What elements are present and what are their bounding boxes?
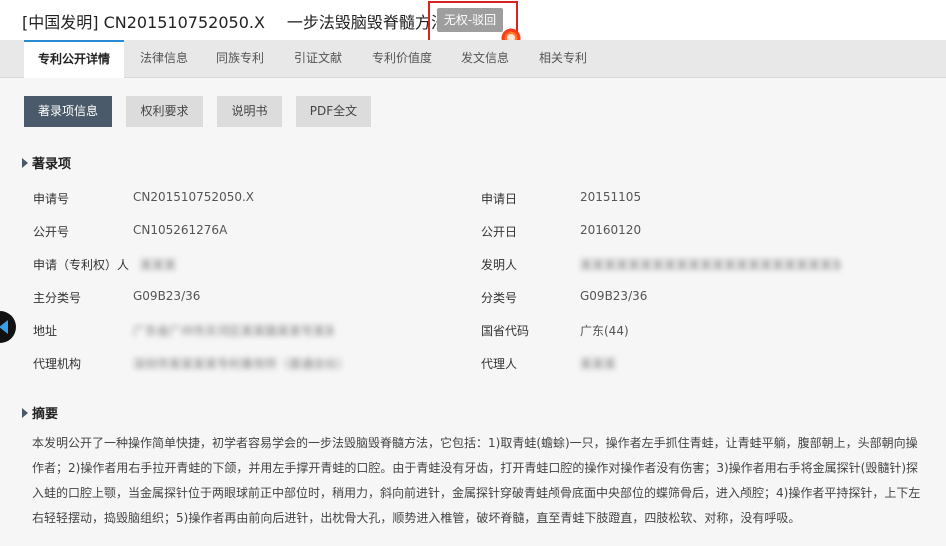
main-content: 著录项信息 权利要求 说明书 PDF全文 著录项 申请号 CN201510752…	[0, 78, 946, 546]
label-application-date: 申请日	[481, 192, 518, 206]
label-inventor: 发明人	[481, 258, 518, 272]
label-province-code: 国省代码	[481, 324, 530, 338]
arrow-left-icon	[0, 320, 8, 334]
label-application-number: 申请号	[33, 192, 70, 206]
triangle-icon	[22, 408, 28, 418]
triangle-icon	[22, 158, 28, 168]
subtab-description[interactable]: 说明书	[217, 96, 282, 127]
label-agency: 代理机构	[33, 357, 82, 371]
tab-office-actions[interactable]: 发文信息	[447, 40, 523, 78]
tab-bar: 专利公开详情 法律信息 同族专利 引证文献 专利价值度 发文信息 相关专利	[0, 40, 946, 78]
abstract-text: 本发明公开了一种操作简单快捷，初学者容易学会的一步法毁脑毁脊髓方法，它包括：1)…	[32, 436, 921, 525]
value-classification: G09B23/36	[580, 289, 648, 303]
tab-patent-value[interactable]: 专利价值度	[358, 40, 446, 78]
label-classification: 分类号	[481, 291, 518, 305]
collapse-sidebar-button[interactable]	[0, 311, 16, 343]
label-main-classification: 主分类号	[33, 291, 82, 305]
value-inventor: 某某某某某某某某某某某某某某某某某某某某某某某某某	[580, 258, 840, 272]
label-applicant: 申请（专利权）人	[33, 258, 130, 272]
label-agent: 代理人	[481, 357, 518, 371]
subtab-bibliography[interactable]: 著录项信息	[24, 96, 112, 127]
label-address: 地址	[33, 324, 58, 338]
title-bar: [中国发明] CN201510752050.X 一步法毁脑毁脊髓方法 无权-驳回	[0, 0, 946, 49]
bibliography-heading: 著录项	[22, 153, 71, 172]
value-applicant: 某某某	[140, 258, 177, 272]
value-publication-date: 20160120	[580, 223, 642, 237]
status-badge: 无权-驳回	[437, 8, 503, 32]
tab-family-patents[interactable]: 同族专利	[202, 40, 278, 78]
tab-patent-details[interactable]: 专利公开详情	[24, 40, 125, 78]
tab-legal-info[interactable]: 法律信息	[126, 40, 202, 78]
label-publication-date: 公开日	[481, 225, 518, 239]
tab-related-patents[interactable]: 相关专利	[525, 40, 601, 78]
subtab-claims[interactable]: 权利要求	[126, 96, 203, 127]
value-agent: 某某某	[580, 357, 617, 371]
value-address: 广东省广州市天河区某某路某某号某某某某	[133, 324, 333, 338]
value-application-number: CN201510752050.X	[133, 190, 255, 204]
page-title: [中国发明] CN201510752050.X 一步法毁脑毁脊髓方法	[22, 9, 447, 33]
value-publication-number: CN105261276A	[133, 223, 228, 237]
value-province-code: 广东(44)	[580, 324, 629, 338]
abstract-heading: 摘要	[22, 403, 58, 422]
value-agency: 深圳市某某某某专利事务所（普通合伙）	[133, 357, 348, 371]
label-publication-number: 公开号	[33, 225, 70, 239]
subtab-pdf[interactable]: PDF全文	[296, 96, 371, 127]
value-main-classification: G09B23/36	[133, 289, 201, 303]
patent-number: [中国发明] CN201510752050.X	[22, 13, 265, 32]
patent-title: 一步法毁脑毁脊髓方法	[286, 13, 447, 32]
tab-citations[interactable]: 引证文献	[280, 40, 356, 78]
value-application-date: 20151105	[580, 190, 642, 204]
